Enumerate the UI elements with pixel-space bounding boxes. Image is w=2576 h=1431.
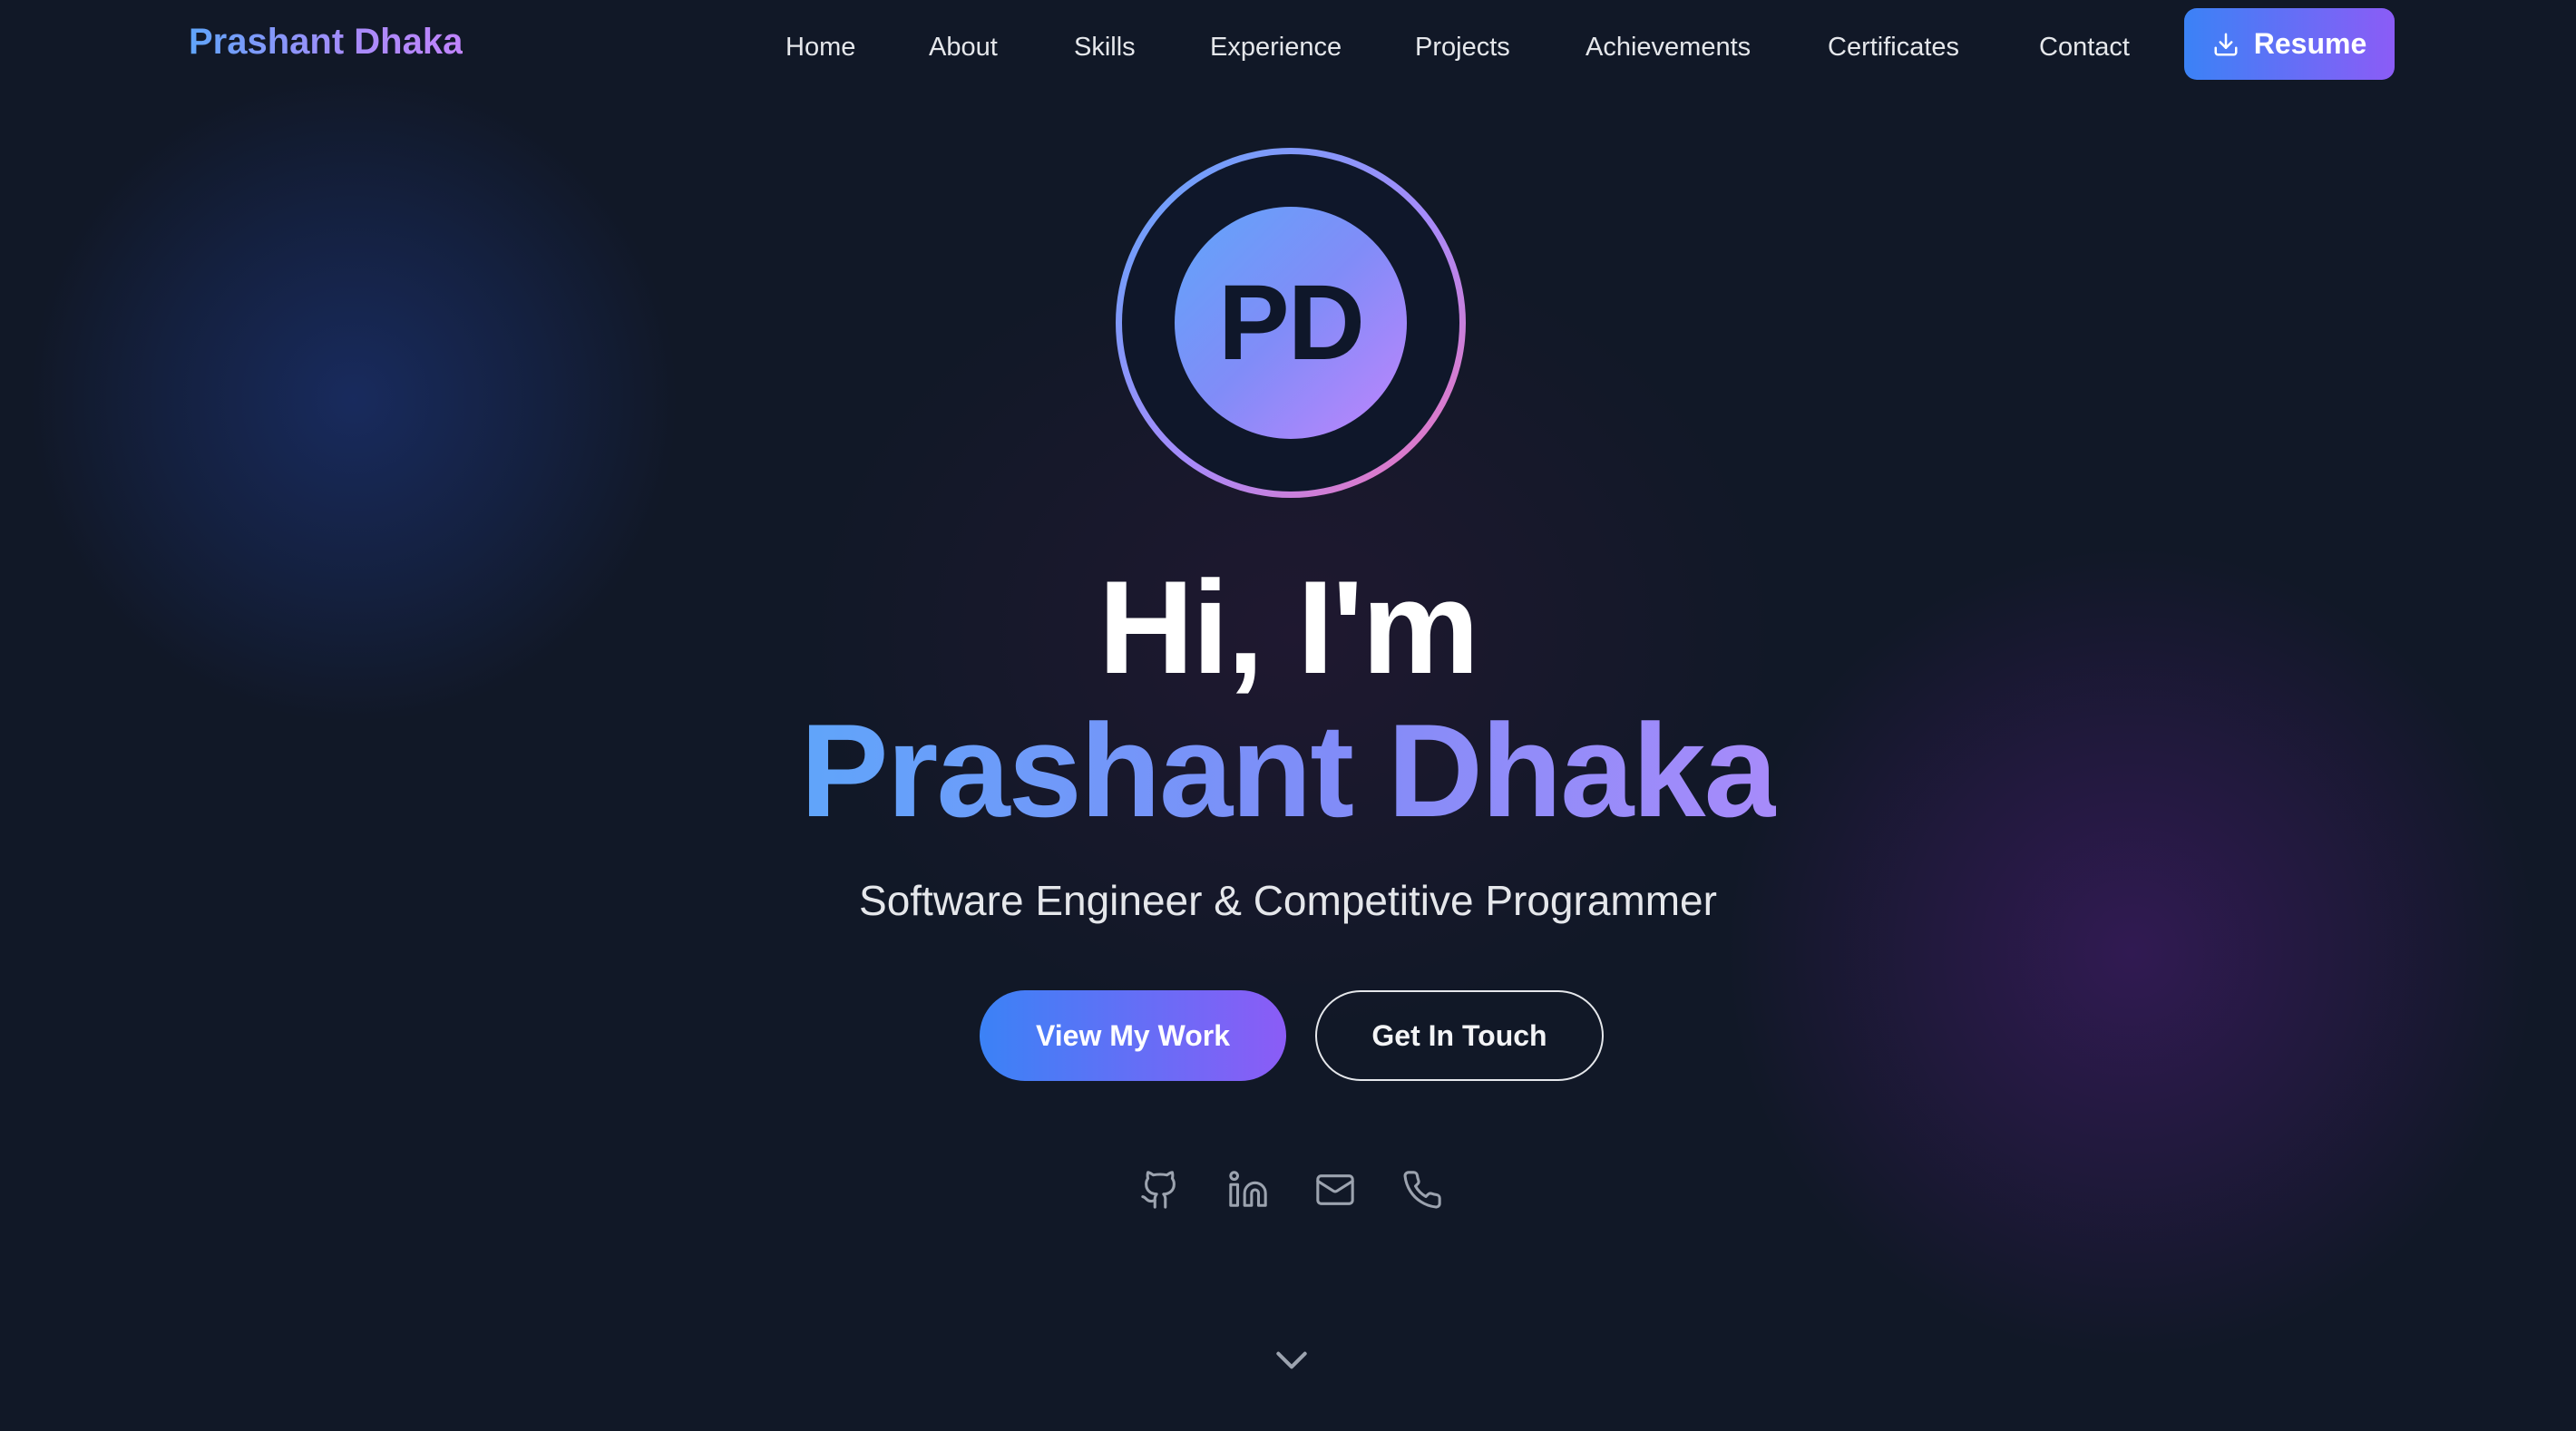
hero-name-text: Prashant Dhaka [800, 696, 1778, 844]
phone-icon[interactable] [1397, 1164, 1448, 1215]
resume-button[interactable]: Resume [2184, 8, 2395, 80]
nav-link-home[interactable]: Home [785, 33, 855, 63]
get-in-touch-button[interactable]: Get In Touch [1315, 990, 1604, 1081]
chevron-down-icon[interactable] [1268, 1340, 1315, 1380]
nav-link-projects[interactable]: Projects [1415, 33, 1510, 63]
mail-icon[interactable] [1310, 1164, 1361, 1215]
github-icon[interactable] [1135, 1164, 1186, 1215]
linkedin-icon[interactable] [1223, 1164, 1273, 1215]
hero-name: Prashant Dhaka [0, 698, 2576, 843]
nav-link-achievements[interactable]: Achievements [1586, 33, 1751, 63]
nav-link-certificates[interactable]: Certificates [1828, 33, 1959, 63]
nav-link-about[interactable]: About [929, 33, 998, 63]
nav-link-experience[interactable]: Experience [1210, 33, 1342, 63]
download-icon [2212, 31, 2239, 58]
social-links [0, 1164, 2576, 1215]
view-my-work-button[interactable]: View My Work [980, 990, 1286, 1081]
avatar: PD [1175, 207, 1407, 439]
portfolio-page: Prashant Dhaka Home About Skills Experie… [0, 0, 2576, 1431]
nav-link-contact[interactable]: Contact [2039, 33, 2130, 63]
resume-button-label: Resume [2253, 27, 2367, 60]
nav-link-skills[interactable]: Skills [1074, 33, 1136, 63]
hero-greeting: Hi, I'm [1098, 553, 1479, 701]
avatar-ring: PD [1116, 148, 1466, 498]
navbar: Prashant Dhaka Home About Skills Experie… [0, 0, 2576, 91]
hero-subtitle: Software Engineer & Competitive Programm… [859, 877, 1717, 924]
